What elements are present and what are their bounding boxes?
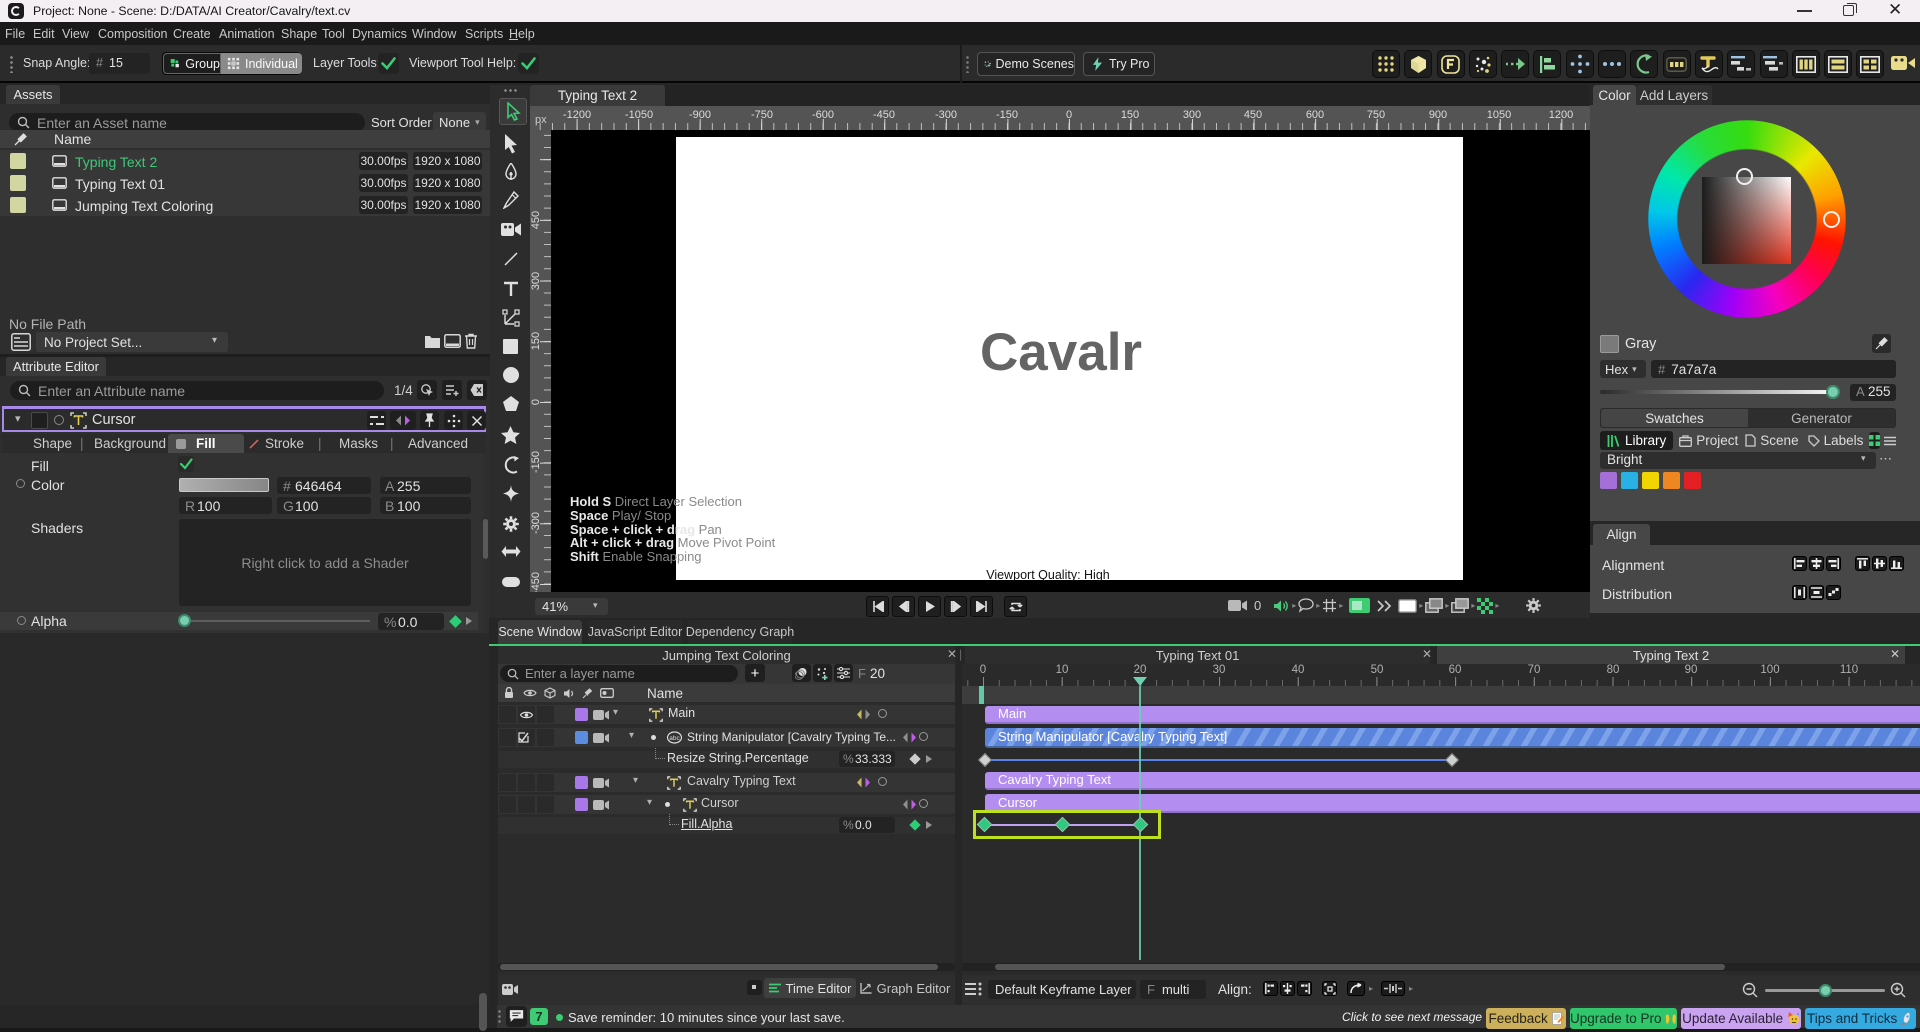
svg-text:abc: abc	[669, 735, 680, 742]
